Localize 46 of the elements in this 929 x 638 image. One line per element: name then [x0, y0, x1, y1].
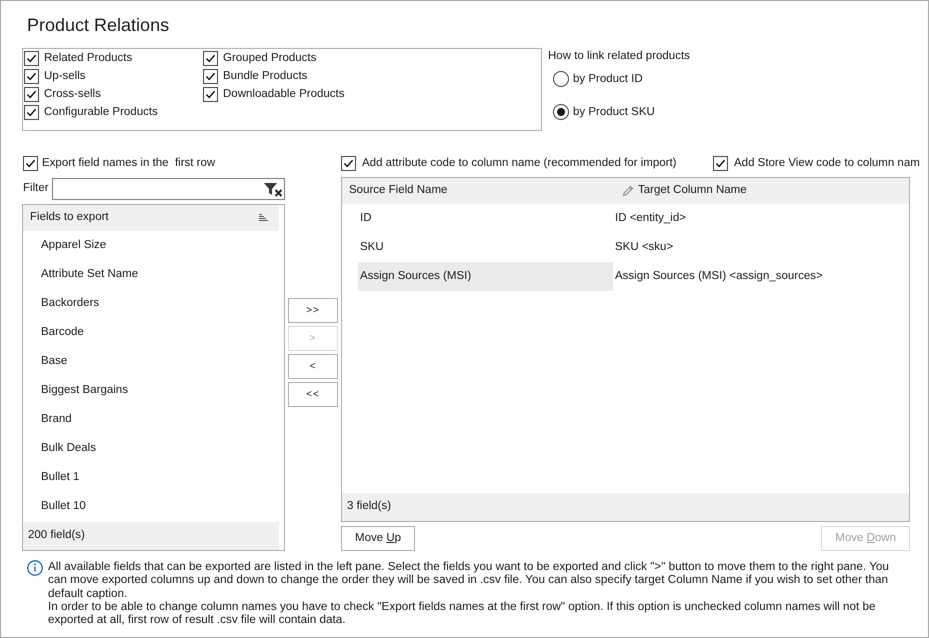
- move-up-button[interactable]: Move Up: [341, 526, 416, 551]
- field-count: 200 field(s): [23, 522, 279, 550]
- table-cell[interactable]: SKU <sku>: [613, 233, 909, 262]
- transfer-button[interactable]: <: [288, 354, 338, 379]
- checkbox-label[interactable]: Export field names in the first row: [42, 156, 216, 170]
- field-count: 3 field(s): [342, 493, 909, 521]
- filter-label: Filter: [23, 181, 49, 196]
- column-header[interactable]: Target Column Name: [638, 182, 747, 200]
- checkbox-label[interactable]: Add Store View code to column nam: [734, 156, 920, 170]
- transfer-button[interactable]: <<: [288, 382, 338, 407]
- window-title: Product Relations: [27, 14, 170, 37]
- checkbox-label[interactable]: Cross-sells: [44, 87, 101, 101]
- info-icon: [27, 560, 43, 576]
- filter-field[interactable]: [52, 178, 285, 200]
- checkbox-label[interactable]: Downloadable Products: [223, 87, 344, 101]
- transfer-button[interactable]: >>: [288, 298, 338, 323]
- checkbox[interactable]: [23, 156, 38, 170]
- checkbox[interactable]: [24, 68, 39, 84]
- column-header[interactable]: Source Field Name: [349, 182, 448, 200]
- clear-filter-icon[interactable]: [263, 181, 283, 197]
- info-text: In order to be able to change column names you have to check "Export fields names at the first row" option. If this option is unchecked column names will not be exported at all, first row of result .csv file will contain data.: [48, 600, 877, 626]
- section-label: How to link related products: [548, 49, 690, 63]
- checkbox[interactable]: [24, 86, 39, 102]
- checkbox-label[interactable]: Related Products: [44, 51, 132, 65]
- checkbox[interactable]: [203, 50, 218, 66]
- checkbox[interactable]: [713, 156, 728, 170]
- table-cell[interactable]: ID <entity_id>: [613, 204, 909, 233]
- info-text: All available fields that can be exported are listed in the left pane. Select the fields you want to be exported and click ">" button to move them to the right pane. You can move exported columns up and down to change the order they will be saved in .csv file. You can also specify target Column Name if you wish to set other than default caption.: [48, 560, 890, 600]
- table-cell[interactable]: Assign Sources (MSI) <assign_sources>: [613, 262, 909, 291]
- radio-label[interactable]: by Product ID: [573, 72, 643, 86]
- sort-icon[interactable]: [259, 214, 268, 222]
- checkbox-label[interactable]: Grouped Products: [223, 51, 316, 65]
- radio-button[interactable]: [553, 71, 569, 87]
- checkbox[interactable]: [24, 104, 39, 120]
- radio-button[interactable]: [553, 104, 569, 120]
- checkbox[interactable]: [203, 68, 218, 84]
- table-cell[interactable]: Assign Sources (MSI): [358, 262, 613, 291]
- checkbox-label[interactable]: Configurable Products: [44, 105, 158, 119]
- radio-label[interactable]: by Product SKU: [573, 105, 655, 119]
- checkbox[interactable]: [24, 50, 39, 66]
- checkbox-label[interactable]: Add attribute code to column name (recommended for import): [362, 156, 676, 170]
- checkbox-label[interactable]: Bundle Products: [223, 69, 308, 83]
- checkbox[interactable]: [341, 156, 356, 170]
- column-header[interactable]: Fields to export: [30, 209, 109, 227]
- checkbox[interactable]: [203, 86, 218, 102]
- checkbox-label[interactable]: Up-sells: [44, 69, 86, 83]
